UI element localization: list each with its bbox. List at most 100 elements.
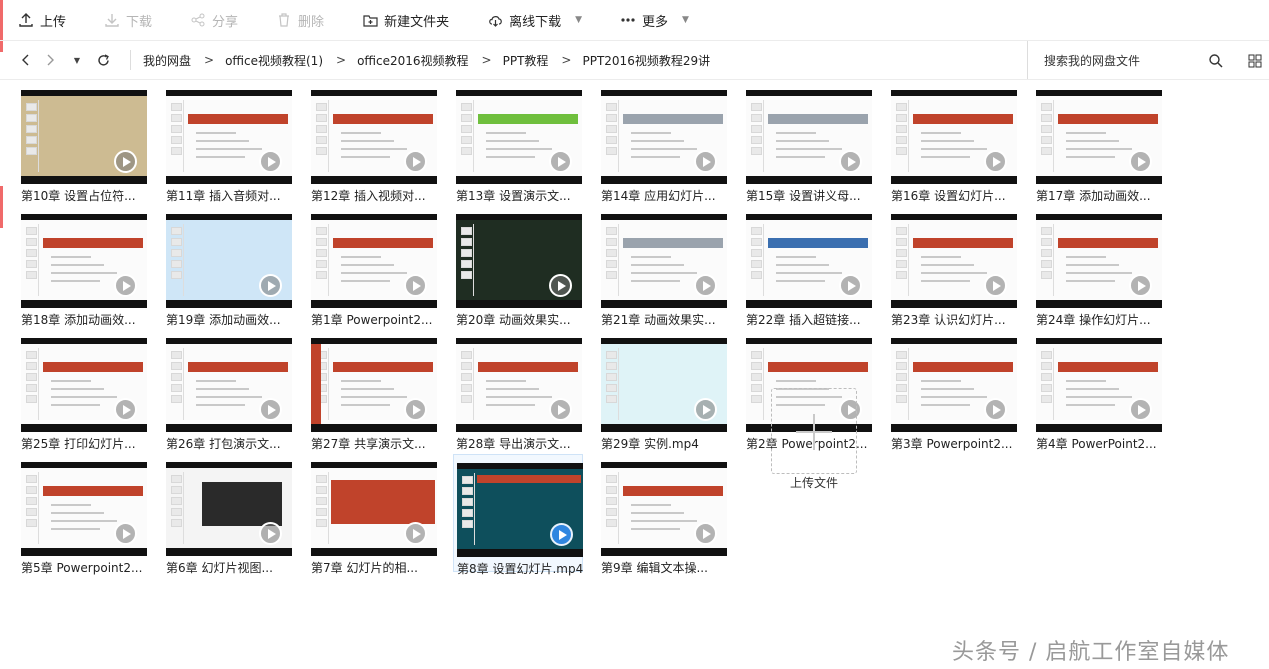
video-thumbnail[interactable] <box>601 90 727 184</box>
chevron-down-icon[interactable]: ▼ <box>682 15 689 25</box>
file-name[interactable]: 第13章 设置演示文... <box>456 187 582 204</box>
file-tile[interactable]: 第28章 导出演示文... <box>453 330 583 451</box>
file-tile[interactable]: 第13章 设置演示文... <box>453 82 583 203</box>
play-icon[interactable] <box>1129 398 1152 421</box>
file-name[interactable]: 第23章 认识幻灯片... <box>891 311 1017 328</box>
video-thumbnail[interactable] <box>1036 90 1162 184</box>
back-arrow-icon[interactable] <box>12 41 38 79</box>
play-icon[interactable] <box>114 274 137 297</box>
video-thumbnail[interactable] <box>601 338 727 432</box>
play-icon[interactable] <box>114 150 137 173</box>
play-icon[interactable] <box>694 274 717 297</box>
file-name[interactable]: 第7章 幻灯片的相... <box>311 559 437 576</box>
breadcrumb-item[interactable]: PPT教程 <box>503 52 549 69</box>
file-tile[interactable]: 第20章 动画效果实... <box>453 206 583 327</box>
file-name[interactable]: 第22章 插入超链接... <box>746 311 872 328</box>
video-thumbnail[interactable] <box>166 338 292 432</box>
play-icon[interactable] <box>114 398 137 421</box>
file-tile[interactable]: 第19章 添加动画效... <box>163 206 293 327</box>
upload-button[interactable]: 上传 <box>18 0 66 40</box>
breadcrumb-item[interactable]: office视频教程(1) <box>225 52 323 69</box>
play-icon[interactable] <box>404 274 427 297</box>
video-thumbnail[interactable] <box>456 338 582 432</box>
file-name[interactable]: 第24章 操作幻灯片... <box>1036 311 1162 328</box>
file-name[interactable]: 第28章 导出演示文... <box>456 435 582 452</box>
video-thumbnail[interactable] <box>311 90 437 184</box>
chevron-down-icon[interactable]: ▼ <box>575 15 582 25</box>
file-name[interactable]: 第16章 设置幻灯片... <box>891 187 1017 204</box>
play-icon[interactable] <box>694 398 717 421</box>
video-thumbnail[interactable] <box>1036 338 1162 432</box>
video-thumbnail[interactable] <box>746 90 872 184</box>
file-tile[interactable]: 第27章 共享演示文... <box>308 330 438 451</box>
file-name[interactable]: 第5章 Powerpoint2... <box>21 559 147 576</box>
file-tile[interactable]: 第1章 Powerpoint2... <box>308 206 438 327</box>
play-icon[interactable] <box>114 522 137 545</box>
video-thumbnail[interactable] <box>166 214 292 308</box>
file-name[interactable]: 第14章 应用幻灯片... <box>601 187 727 204</box>
file-tile[interactable]: 第14章 应用幻灯片... <box>598 82 728 203</box>
download-button[interactable]: 下载 <box>104 0 152 40</box>
video-thumbnail[interactable] <box>21 90 147 184</box>
play-icon[interactable] <box>259 398 282 421</box>
grid-view-icon[interactable] <box>1248 53 1264 69</box>
play-icon[interactable] <box>549 274 572 297</box>
play-icon[interactable] <box>839 150 862 173</box>
share-button[interactable]: 分享 <box>190 0 238 40</box>
play-icon[interactable] <box>259 522 282 545</box>
file-tile[interactable]: 第17章 添加动画效... <box>1033 82 1163 203</box>
delete-button[interactable]: 删除 <box>276 0 324 40</box>
play-icon[interactable] <box>839 274 862 297</box>
forward-arrow-icon[interactable] <box>38 41 64 79</box>
file-tile[interactable]: 第12章 插入视频对... <box>308 82 438 203</box>
play-icon[interactable] <box>984 150 1007 173</box>
file-name[interactable]: 第27章 共享演示文... <box>311 435 437 452</box>
play-icon[interactable] <box>259 274 282 297</box>
video-thumbnail[interactable] <box>311 214 437 308</box>
play-icon[interactable] <box>259 150 282 173</box>
play-icon[interactable] <box>984 398 1007 421</box>
file-name[interactable]: 第21章 动画效果实... <box>601 311 727 328</box>
file-name[interactable]: 第8章 设置幻灯片.mp4 <box>457 560 583 577</box>
breadcrumb-item[interactable]: office2016视频教程 <box>357 52 468 69</box>
file-name[interactable]: 第20章 动画效果实... <box>456 311 582 328</box>
video-thumbnail[interactable] <box>891 338 1017 432</box>
video-thumbnail[interactable] <box>21 338 147 432</box>
video-thumbnail[interactable] <box>311 338 437 432</box>
video-thumbnail[interactable] <box>601 462 727 556</box>
play-icon[interactable] <box>549 150 572 173</box>
file-name[interactable]: 第12章 插入视频对... <box>311 187 437 204</box>
play-icon[interactable] <box>1129 274 1152 297</box>
file-name[interactable]: 第9章 编辑文本操... <box>601 559 727 576</box>
video-thumbnail[interactable] <box>746 214 872 308</box>
more-button[interactable]: 更多 ▼ <box>620 0 689 40</box>
file-name[interactable]: 第15章 设置讲义母... <box>746 187 872 204</box>
file-tile[interactable]: 第11章 插入音频对... <box>163 82 293 203</box>
file-tile[interactable]: 第25章 打印幻灯片... <box>18 330 148 451</box>
breadcrumb-item[interactable]: 我的网盘 <box>143 52 191 69</box>
search-input[interactable]: 搜索我的网盘文件 <box>1027 41 1197 79</box>
play-icon[interactable] <box>1129 150 1152 173</box>
play-icon[interactable] <box>550 523 573 546</box>
video-thumbnail[interactable] <box>891 214 1017 308</box>
file-name[interactable]: 第4章 PowerPoint2... <box>1036 435 1162 452</box>
play-icon[interactable] <box>404 522 427 545</box>
file-name[interactable]: 第25章 打印幻灯片... <box>21 435 147 452</box>
video-thumbnail[interactable] <box>456 214 582 308</box>
file-name[interactable]: 第26章 打包演示文... <box>166 435 292 452</box>
play-icon[interactable] <box>549 398 572 421</box>
file-tile[interactable]: 第23章 认识幻灯片... <box>888 206 1018 327</box>
new-folder-button[interactable]: 新建文件夹 <box>362 0 449 40</box>
file-tile[interactable]: 第4章 PowerPoint2... <box>1033 330 1163 451</box>
file-tile[interactable]: 第6章 幻灯片视图... <box>163 454 293 575</box>
history-dropdown-icon[interactable]: ▼ <box>64 41 90 79</box>
file-tile[interactable]: 第18章 添加动画效... <box>18 206 148 327</box>
upload-file-tile[interactable] <box>771 388 857 474</box>
video-thumbnail[interactable] <box>457 463 583 557</box>
video-thumbnail[interactable] <box>1036 214 1162 308</box>
play-icon[interactable] <box>694 522 717 545</box>
file-tile[interactable]: 第9章 编辑文本操... <box>598 454 728 575</box>
file-tile[interactable]: 第3章 Powerpoint2... <box>888 330 1018 451</box>
file-tile[interactable]: 第15章 设置讲义母... <box>743 82 873 203</box>
file-tile[interactable]: 第7章 幻灯片的相... <box>308 454 438 575</box>
